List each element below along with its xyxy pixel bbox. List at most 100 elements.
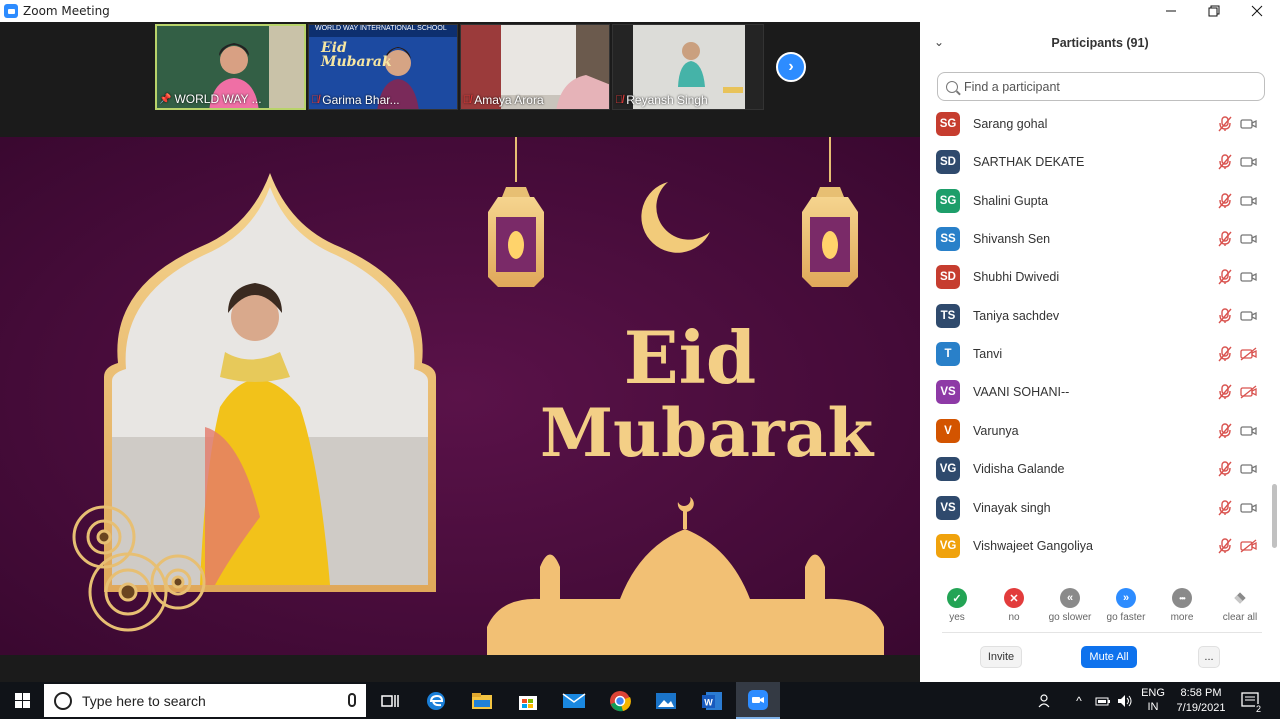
video-off-icon[interactable] [1240,347,1258,361]
participant-scrollbar[interactable] [1270,104,1278,564]
participant-row[interactable]: SS Shivansh Sen [920,220,1270,258]
avatar: VG [936,533,960,558]
invite-button[interactable]: Invite [980,646,1022,668]
participant-row[interactable]: SG Sarang gohal [920,105,1270,143]
title-bar: Zoom Meeting [0,0,1280,22]
word-icon: W [702,691,722,710]
participant-row[interactable]: T Tanvi [920,335,1270,373]
reaction-more-button[interactable]: ••• more [1154,584,1210,623]
search-input[interactable] [964,79,1244,94]
search-icon [946,80,958,93]
minimize-button[interactable] [1148,0,1194,22]
participant-row[interactable]: VG Vishwajeet Gangoliya [920,527,1270,564]
mic-muted-icon[interactable] [1218,499,1232,516]
avatar: SG [936,188,960,213]
thumbnail-name: 📌 WORLD WAY ... [159,92,262,106]
video-off-icon[interactable] [1240,539,1258,553]
zoom-icon [748,689,768,710]
video-camera-icon[interactable] [1240,194,1258,208]
taskbar-file-explorer[interactable] [460,682,504,719]
taskbar-edge[interactable] [414,682,458,719]
video-thumbnail[interactable]: 🎙̸ Amaya Arora [460,24,610,110]
reaction-go-slower-button[interactable]: « go slower [1042,584,1098,623]
participant-name: Vidisha Galande [973,462,1065,477]
video-camera-icon[interactable] [1240,117,1258,131]
reaction-yes-button[interactable]: ✓ yes [929,584,985,623]
task-view-button[interactable] [368,682,412,719]
taskbar-search-placeholder: Type here to search [82,692,206,709]
chevron-right-icon: › [788,58,794,75]
participant-row[interactable]: TS Taniya sachdev [920,297,1270,335]
collapse-chevron-icon[interactable]: ⌄ [934,35,944,49]
taskbar-word[interactable]: W [690,682,734,719]
taskbar-search[interactable]: Type here to search [44,684,366,717]
video-camera-icon[interactable] [1240,309,1258,323]
video-camera-icon[interactable] [1240,501,1258,515]
reaction-label: more [1170,612,1194,623]
participant-row[interactable]: VG Vidisha Galande [920,450,1270,488]
participant-row[interactable]: VS VAANI SOHANI-- [920,373,1270,411]
reaction-go-faster-button[interactable]: » go faster [1098,584,1154,623]
taskbar-chrome[interactable] [598,682,642,719]
participant-row[interactable]: SD Shubhi Dwivedi [920,258,1270,296]
mic-muted-icon[interactable] [1218,538,1232,554]
file-explorer-icon [472,692,492,709]
taskbar-zoom[interactable] [736,682,780,719]
close-button[interactable] [1234,0,1280,22]
language-indicator[interactable]: ENG IN [1138,682,1168,719]
battery-tray-button[interactable] [1092,682,1114,719]
scroll-thumb[interactable] [1272,484,1277,548]
participant-name: Shalini Gupta [973,193,1049,208]
windows-logo-icon [14,693,30,708]
people-tray-button[interactable] [1034,682,1058,719]
reaction-clear-all-button[interactable]: clear all [1212,584,1268,623]
video-camera-icon[interactable] [1240,462,1258,476]
reaction-no-button[interactable]: ✕ no [986,584,1042,623]
mic-muted-icon[interactable] [1218,423,1232,439]
video-camera-icon[interactable] [1240,232,1258,246]
mic-muted-icon[interactable] [1218,461,1232,477]
mic-muted-icon[interactable] [1218,346,1232,362]
window-title: Zoom Meeting [23,4,110,18]
video-camera-icon[interactable] [1240,270,1258,284]
reaction-icon: ✓ [947,588,967,608]
shared-screen: Eid Mubarak [0,137,920,655]
participant-row[interactable]: SD SARTHAK DEKATE [920,143,1270,181]
participant-row[interactable]: VS Vinayak singh [920,489,1270,527]
participant-row[interactable]: SG Shalini Gupta [920,182,1270,220]
mute-all-button[interactable]: Mute All [1081,646,1137,668]
taskbar-photos[interactable] [644,682,688,719]
mic-muted-icon[interactable] [1218,308,1232,324]
video-thumbnail[interactable]: 📌 WORLD WAY ... [155,24,306,110]
participant-name: Vinayak singh [973,500,1051,515]
mic-muted-icon[interactable] [1218,231,1232,247]
participant-search[interactable] [937,72,1265,101]
mic-muted-icon[interactable] [1218,116,1232,132]
show-hidden-icons-button[interactable]: ^ [1070,682,1088,719]
volume-tray-button[interactable] [1114,682,1136,719]
video-off-icon[interactable] [1240,385,1258,399]
video-camera-icon[interactable] [1240,424,1258,438]
video-thumbnail[interactable]: 🎙̸ Reyansh Singh [612,24,764,110]
participant-name: Vishwajeet Gangoliya [973,538,1093,553]
restore-button[interactable] [1191,0,1237,22]
clock[interactable]: 8:58 PM 7/19/2021 [1170,682,1232,719]
mic-muted-icon[interactable] [1218,192,1232,209]
video-camera-icon[interactable] [1240,155,1258,169]
svg-text:W: W [704,697,713,707]
participant-row[interactable]: V Varunya [920,412,1270,450]
taskbar-mail[interactable] [552,682,596,719]
mic-muted-icon[interactable] [1218,269,1232,285]
taskbar-store[interactable] [506,682,550,719]
next-page-button[interactable]: › [776,52,806,82]
start-button[interactable] [0,682,44,719]
microphone-icon[interactable] [348,693,356,707]
mic-muted-icon[interactable] [1218,154,1232,170]
video-thumbnail[interactable]: WORLD WAY INTERNATIONAL SCHOOL Eid Mubar… [308,24,458,110]
more-options-button[interactable]: ... [1198,646,1220,668]
participant-name: Sarang gohal [973,117,1048,131]
action-center-button[interactable]: 2 [1236,682,1266,719]
mic-muted-icon[interactable] [1218,384,1232,400]
photos-icon [656,692,676,709]
lang-region: IN [1147,700,1159,713]
